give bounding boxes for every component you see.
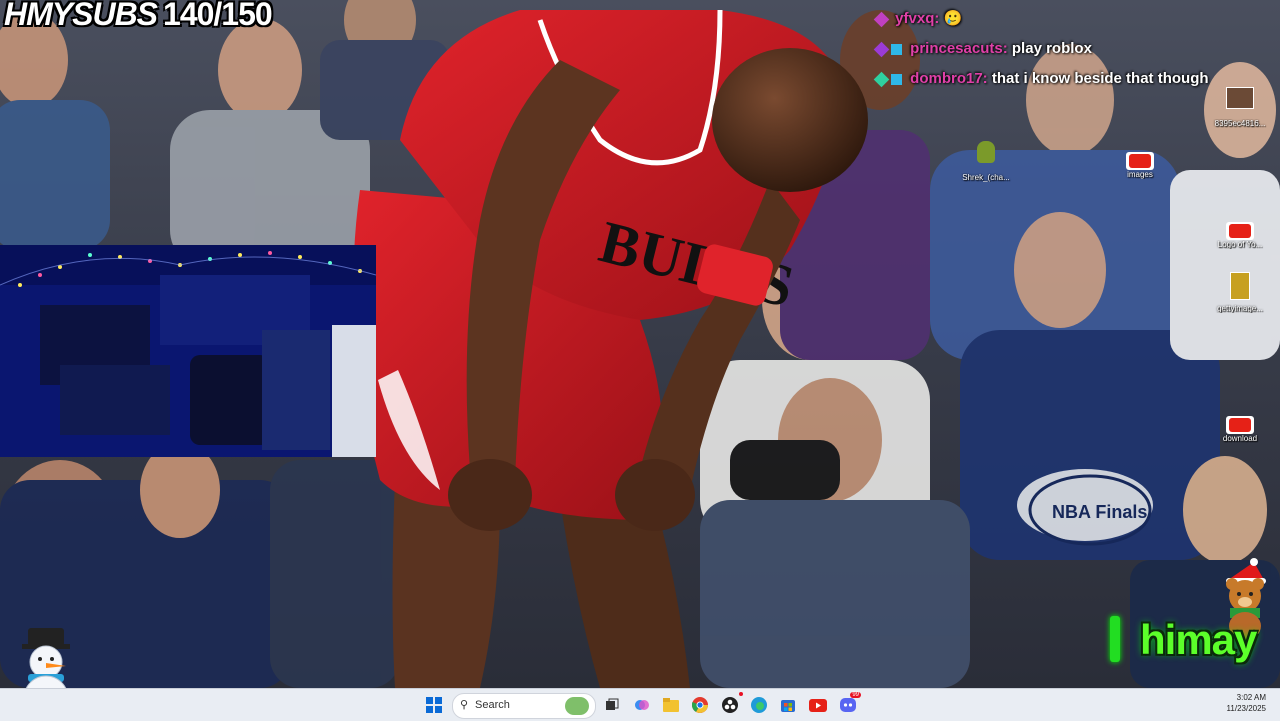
chat-message: dombro17: that i know beside that though [873,64,1256,94]
chat-badge-icon [873,71,890,87]
desktop-icon-download[interactable]: download [1210,410,1270,443]
prime-badge-icon [891,73,902,85]
webcam-feed [0,245,376,457]
desktop-icon-image-1[interactable]: 8395ec4816... [1210,82,1270,128]
discord-icon[interactable]: 99 [838,692,861,715]
taskbar-clock[interactable]: 3:02 AM 11/23/2025 [1227,692,1266,714]
discord-notification-badge: 99 [850,692,861,698]
search-icon: ⚲ [460,699,469,711]
chat-message: princesacuts: play roblox [873,34,1256,64]
image-file-icon [1225,87,1255,117]
sub-goal-count: 140/150 [163,0,273,32]
chat-text: play roblox [1011,40,1092,57]
prime-badge-icon [891,43,902,55]
taskbar-search-input[interactable]: ⚲ Search [452,693,596,719]
chat-username: yfvxq: [895,10,940,27]
taskbar: ⚲ Search 99 3:02 AM 11/23/2025 [0,688,1280,721]
sub-goal-counter: HMYSUBS 140/150 [4,0,273,33]
obs-icon[interactable] [720,692,743,715]
desktop-icon-label: Shrek_(cha... [962,173,1010,182]
clock-time: 3:02 AM [1236,693,1266,702]
windows-start-icon[interactable] [424,695,444,715]
desktop-icon-label: gettyimage... [1217,304,1263,313]
chrome-icon[interactable] [690,695,710,715]
desktop-icon-shrek[interactable]: Shrek_(cha... [956,138,1016,182]
svg-text:NBA Finals: NBA Finals [1052,502,1147,522]
youtube-icon[interactable] [808,695,828,715]
search-highlight-icon [565,697,589,715]
logo-accent-bar [1110,616,1120,662]
search-placeholder: Search [475,699,510,711]
edge-icon[interactable] [749,695,769,715]
image-file-icon [1225,272,1255,302]
youtube-icon [1126,152,1154,170]
clock-date: 11/23/2025 [1226,704,1266,713]
chat-text: 🥲 [943,10,963,27]
file-explorer-icon[interactable] [661,695,681,715]
desktop-icon-label: 8395ec4816... [1214,119,1266,128]
chat-username: princesacuts: [910,40,1008,57]
desktop-icon-label: Logo of Yo... [1217,240,1263,249]
sub-goal-label: HMYSUBS [4,0,158,32]
desktop-icon-getty[interactable]: gettyimage... [1210,270,1270,313]
channel-name: himay [1140,616,1257,663]
chat-message: yfvxq: 🥲 [873,4,1256,34]
shrek-image-icon [971,141,1001,171]
chat-overlay: yfvxq: 🥲 princesacuts: play roblox dombr… [873,4,1256,94]
desktop-icon-label: images [1127,170,1153,179]
desktop-icon-label: download [1222,434,1258,443]
chat-text: that i know beside that though [991,70,1209,87]
desktop-icon-images[interactable]: images [1110,146,1170,179]
chat-username: dombro17: [910,70,988,87]
channel-logo: himay [1108,610,1278,666]
chat-badge-icon [873,11,890,27]
task-view-icon[interactable] [602,695,622,715]
microsoft-store-icon[interactable] [778,695,798,715]
desktop-icon-logo[interactable]: Logo of Yo... [1210,216,1270,249]
youtube-icon [1226,222,1254,240]
obs-status-badge [739,692,743,696]
youtube-icon [1226,416,1254,434]
chat-badge-icon [873,41,890,57]
copilot-icon[interactable] [632,695,652,715]
